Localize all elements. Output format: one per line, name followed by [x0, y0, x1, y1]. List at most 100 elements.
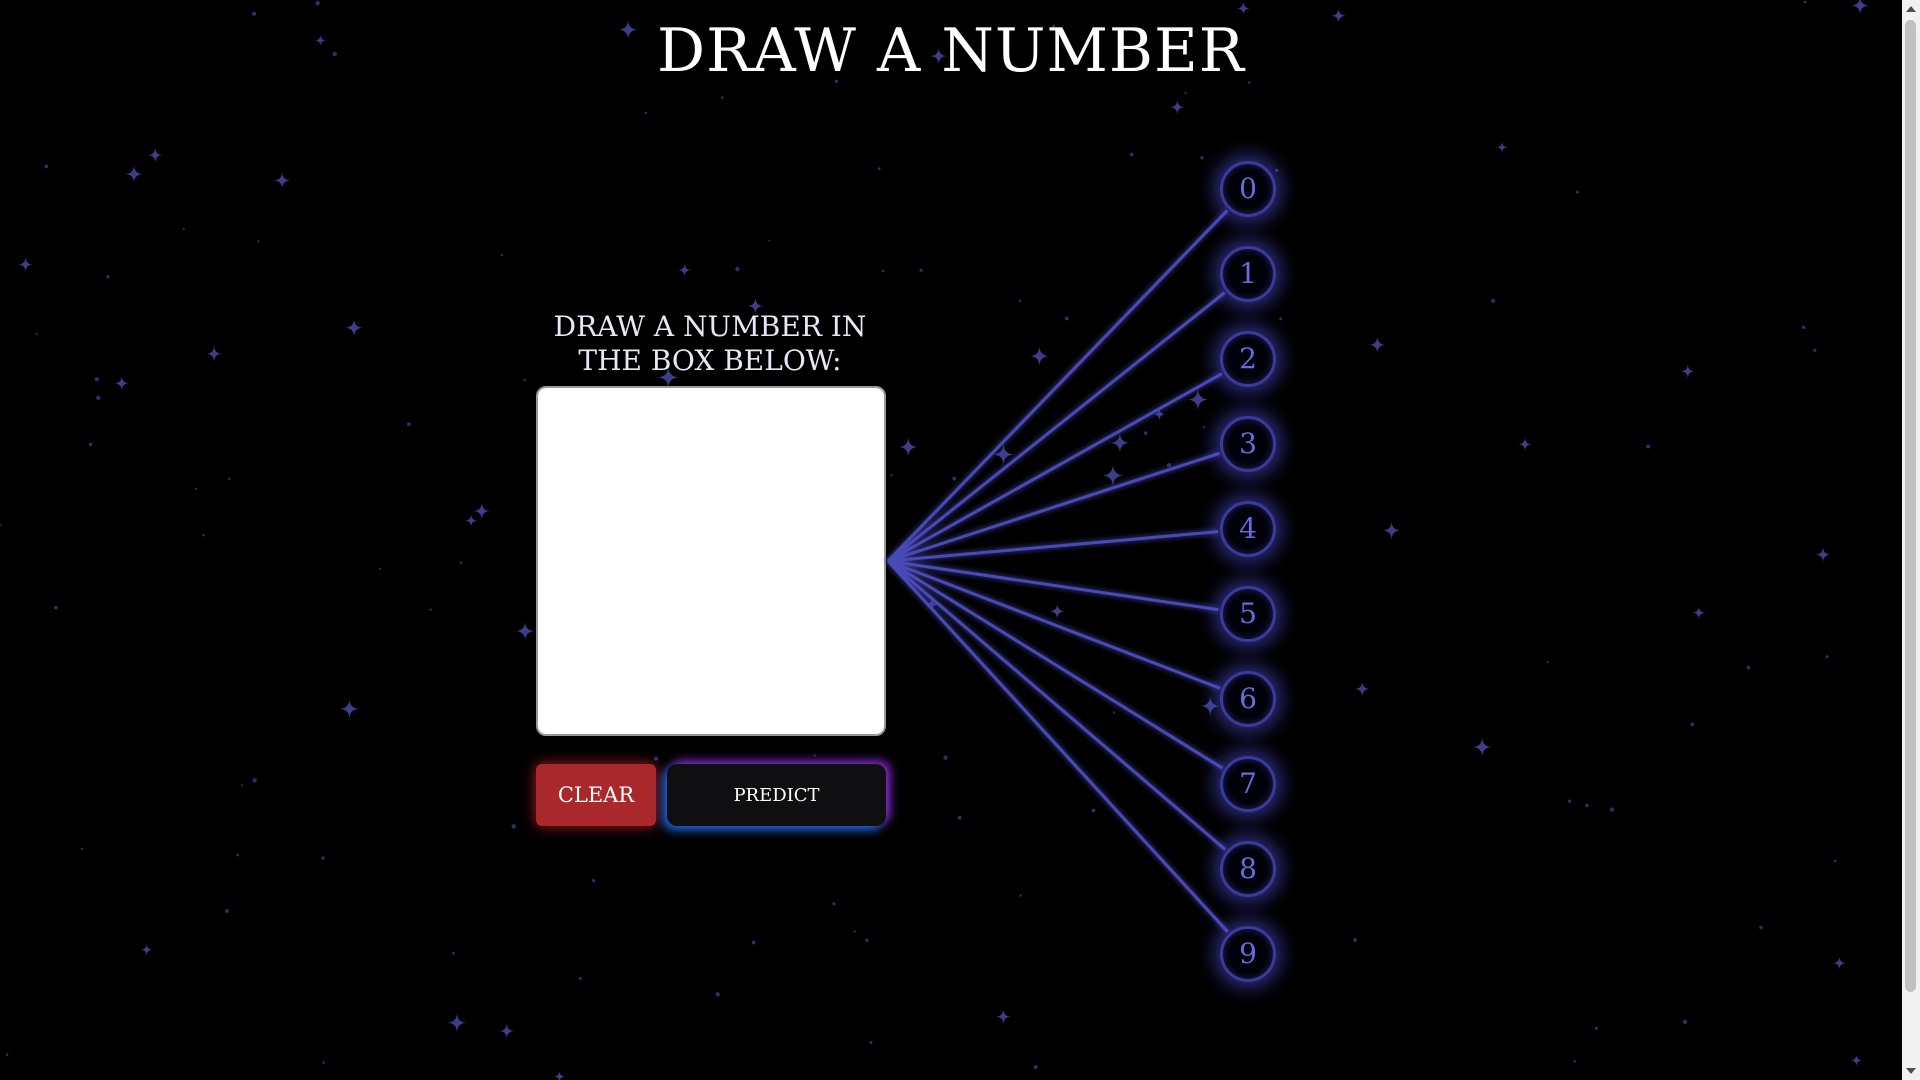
dot-star: [1184, 91, 1187, 95]
sparkle-star: [140, 943, 154, 957]
sparkle-star: [1028, 345, 1051, 367]
dot-star: [236, 853, 240, 857]
sparkle-star: [1109, 432, 1131, 454]
dot-star: [1490, 298, 1496, 303]
dot-star: [1275, 168, 1279, 172]
sparkle-star: [924, 597, 940, 612]
dot-star: [1746, 665, 1751, 670]
sparkle-star: [1236, 1, 1251, 16]
dot-star: [1567, 799, 1572, 803]
output-node-2: 2: [1220, 331, 1276, 387]
dot-star: [379, 567, 382, 570]
dot-star: [1279, 317, 1283, 321]
output-node-5: 5: [1220, 586, 1276, 642]
dot-star: [511, 824, 516, 829]
dot-star: [406, 422, 411, 427]
sparkle-star: [1517, 436, 1533, 452]
sparkle-star: [114, 375, 130, 392]
sparkle-star: [124, 164, 144, 184]
dot-star: [768, 239, 771, 242]
scroll-down-arrow-icon[interactable]: [1906, 1068, 1916, 1074]
dot-star: [523, 378, 526, 382]
dot-star: [1200, 156, 1204, 160]
dot-star: [1202, 426, 1205, 429]
scrollbar-thumb[interactable]: [1905, 20, 1916, 992]
sparkle-star: [1354, 680, 1371, 698]
dot-star: [957, 815, 962, 820]
output-node-6: 6: [1220, 671, 1276, 727]
dot-star: [94, 377, 100, 382]
output-node-4: 4: [1220, 501, 1276, 557]
dot-star: [1143, 431, 1148, 435]
dot-star: [224, 909, 229, 914]
sparkle-star: [273, 171, 292, 190]
dot-star: [869, 1040, 873, 1044]
dot-star: [452, 951, 455, 955]
sparkle-star: [1471, 736, 1493, 758]
output-node-7: 7: [1220, 756, 1276, 812]
dot-star: [1064, 316, 1069, 321]
sparkle-star: [553, 1070, 566, 1080]
dot-star: [1813, 348, 1817, 352]
dot-star: [1803, 0, 1807, 4]
drawing-canvas[interactable]: [536, 386, 886, 736]
output-node-0: 0: [1220, 161, 1276, 217]
sparkle-star: [1186, 387, 1210, 412]
dot-star: [644, 111, 648, 115]
dot-star: [735, 267, 740, 272]
dot-star: [1166, 463, 1171, 468]
predict-button[interactable]: PREDICT: [667, 764, 886, 826]
dot-star: [1594, 1026, 1599, 1030]
dot-star: [1825, 655, 1829, 659]
dot-star: [321, 856, 325, 860]
dot-star: [1682, 1019, 1688, 1025]
output-node-3: 3: [1220, 416, 1276, 472]
dot-star: [1573, 1060, 1576, 1063]
instruction-text: DRAW A NUMBER IN THE BOX BELOW:: [553, 310, 867, 377]
dot-star: [228, 477, 231, 481]
vertical-scrollbar[interactable]: [1902, 0, 1920, 1080]
sparkle-star: [147, 147, 164, 164]
sparkle-star: [897, 436, 919, 458]
dot-star: [578, 977, 582, 980]
sparkle-star: [677, 263, 692, 278]
sparkle-star: [514, 620, 536, 642]
dot-star: [252, 778, 257, 783]
dot-star: [715, 992, 720, 997]
dot-star: [1759, 925, 1763, 930]
sparkle-star: [1101, 463, 1125, 488]
dot-star: [429, 608, 432, 611]
scroll-up-arrow-icon[interactable]: [1906, 6, 1916, 12]
sparkle-star: [446, 1012, 468, 1034]
dot-star: [1113, 711, 1116, 714]
dot-star: [315, 1, 320, 6]
sparkle-star: [1850, 1054, 1863, 1067]
dot-star: [96, 395, 101, 400]
dot-star: [919, 268, 923, 272]
sparkle-star: [1199, 695, 1221, 717]
dot-star: [322, 1061, 326, 1064]
dot-star: [943, 755, 948, 760]
output-node-1: 1: [1220, 246, 1276, 302]
sparkle-star: [995, 1008, 1012, 1025]
sparkle-star: [205, 345, 223, 363]
dot-star: [44, 164, 49, 169]
dot-star: [832, 902, 836, 906]
dot-star: [1019, 894, 1022, 897]
dot-star: [240, 784, 243, 787]
output-node-8: 8: [1220, 841, 1276, 897]
dot-star: [5, 1053, 9, 1057]
dot-star: [721, 96, 724, 99]
sparkle-star: [1152, 407, 1167, 422]
dot-star: [1353, 938, 1357, 942]
dot-star: [865, 938, 869, 942]
sparkle-star: [1691, 605, 1706, 620]
sparkle-star: [464, 513, 478, 528]
dot-star: [1690, 722, 1695, 727]
sparkle-star: [1368, 335, 1387, 354]
dot-star: [35, 332, 38, 336]
sparkle-star: [344, 318, 364, 338]
sparkle-star: [1381, 520, 1402, 541]
sparkle-star: [1169, 99, 1186, 116]
clear-button[interactable]: CLEAR: [536, 764, 656, 826]
